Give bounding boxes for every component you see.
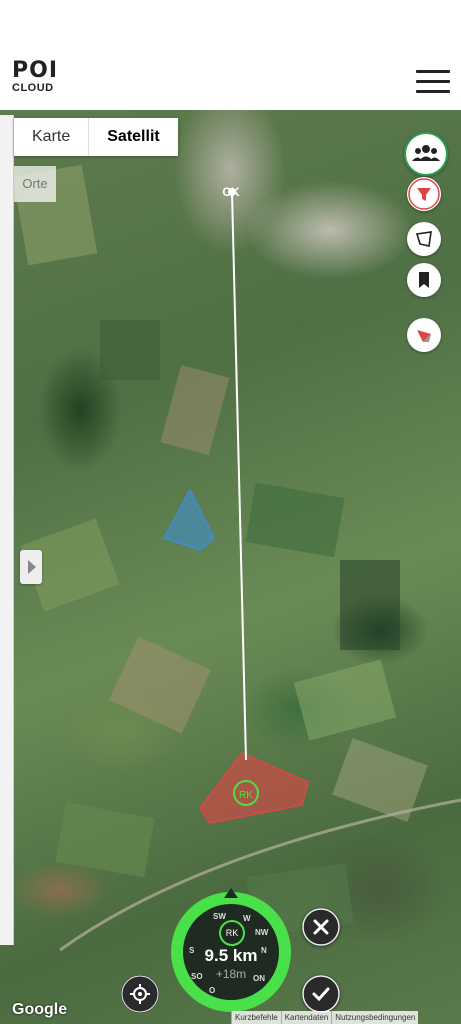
map-type-satellit[interactable]: Satellit [88, 118, 177, 156]
logo-cloud-text: CLOUD [12, 82, 54, 94]
attr-map-data-link[interactable]: Kartendaten [280, 1011, 332, 1024]
compass-dir-o: O [209, 986, 216, 995]
group-icon[interactable] [404, 132, 448, 176]
close-button[interactable] [302, 908, 340, 946]
direction-icon[interactable] [407, 318, 441, 352]
expand-panel-arrow-icon[interactable] [20, 550, 42, 584]
attr-terms-link[interactable]: Nutzungsbedingungen [331, 1011, 418, 1024]
crosshair-icon [121, 975, 159, 1013]
google-logo: Google [12, 1001, 68, 1018]
target-marker-label: RK [239, 790, 253, 801]
menu-hamburger-icon[interactable] [416, 70, 450, 94]
side-panel[interactable] [0, 115, 14, 945]
compass-dir-sw: SW [213, 912, 226, 921]
compass-dir-nw: NW [255, 928, 269, 937]
attr-shortcuts-link[interactable]: Kurzbefehle [231, 1011, 281, 1024]
compass-dir-w: W [243, 914, 251, 923]
compass-marker-badge: RK [219, 920, 245, 946]
poi-cloud-logo[interactable]: POI CLOUD [12, 60, 72, 100]
altitude-value: +18m [215, 967, 247, 981]
blue-area-polygon[interactable] [162, 488, 215, 551]
map-type-karte[interactable]: Karte [14, 118, 88, 156]
map-type-switch: Karte Satellit [14, 118, 178, 156]
map-attribution: Kurzbefehle Kartendaten Nutzungsbedingun… [231, 1011, 419, 1024]
status-bar [0, 0, 461, 52]
confirm-button[interactable] [302, 975, 340, 1013]
route-line [231, 191, 247, 761]
check-icon [302, 975, 340, 1013]
close-icon [302, 908, 340, 946]
bookmark-icon[interactable] [407, 263, 441, 297]
start-marker-label: CK [222, 185, 240, 199]
satellite-map[interactable]: CK RK [0, 110, 461, 1024]
app-header: POI CLOUD [0, 52, 461, 111]
compass-pointer-icon [224, 888, 238, 898]
my-location-button[interactable] [121, 975, 159, 1013]
filter-icon[interactable] [407, 177, 441, 211]
polygon-icon[interactable] [407, 222, 441, 256]
logo-poi-text: POI [12, 58, 59, 83]
compass-widget[interactable]: SW W NW N ON O SO S RK 9.5 km +18m [171, 888, 291, 1012]
places-button[interactable]: Orte [14, 166, 56, 202]
distance-value: 9.5 km [204, 946, 258, 965]
map-overlay: CK RK [59, 185, 461, 952]
red-target-area-polygon[interactable] [199, 752, 309, 824]
